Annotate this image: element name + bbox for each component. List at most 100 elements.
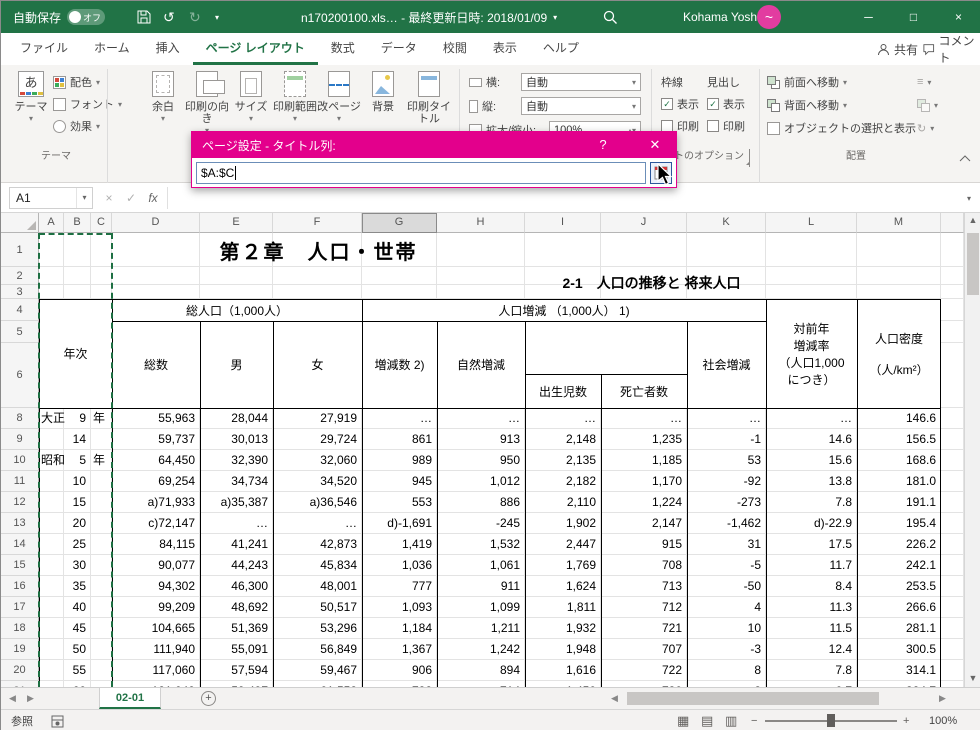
margins-button[interactable]: 余白▾ — [141, 69, 185, 125]
column-header-J[interactable]: J — [601, 213, 687, 233]
tab-表示[interactable]: 表示 — [480, 33, 530, 65]
cell-M20[interactable]: 314.1 — [857, 660, 941, 681]
column-header-L[interactable]: L — [766, 213, 857, 233]
document-title[interactable]: n170200100.xls… - 最終更新日時: 2018/01/09 ▾ — [301, 1, 557, 33]
macro-record-button[interactable] — [51, 710, 64, 730]
row-header-8[interactable]: 8 — [1, 408, 39, 429]
cell-F18[interactable]: 53,296 — [273, 618, 362, 639]
column-header-E[interactable]: E — [200, 213, 273, 233]
cell-H16[interactable]: 911 — [437, 576, 525, 597]
cell-G15[interactable]: 1,036 — [362, 555, 437, 576]
quick-access-chevron-icon[interactable]: ▾ — [215, 1, 219, 33]
cell-G12[interactable]: 553 — [362, 492, 437, 513]
sheet-options-dialog-launcher[interactable] — [749, 149, 750, 167]
column-header-C[interactable]: C — [91, 213, 112, 233]
row-header-15[interactable]: 15 — [1, 555, 39, 576]
cell-F12[interactable]: a)36,546 — [273, 492, 362, 513]
orientation-button[interactable]: 印刷の向き▾ — [185, 69, 229, 137]
row-header-20[interactable]: 20 — [1, 660, 39, 681]
title-columns-range-input[interactable]: $A:$C — [196, 162, 646, 184]
cell-I10[interactable]: 2,135 — [525, 450, 601, 471]
cell-I20[interactable]: 1,616 — [525, 660, 601, 681]
cell-L8[interactable]: … — [766, 408, 857, 429]
cell-D15[interactable]: 90,077 — [112, 555, 200, 576]
cell-H20[interactable]: 894 — [437, 660, 525, 681]
cell-D20[interactable]: 117,060 — [112, 660, 200, 681]
cell-C8[interactable]: 年 — [91, 408, 112, 429]
cell-K14[interactable]: 31 — [687, 534, 766, 555]
row-header-19[interactable]: 19 — [1, 639, 39, 660]
cell-F20[interactable]: 59,467 — [273, 660, 362, 681]
themes-button[interactable]: あ テーマ ▾ — [9, 69, 53, 125]
maximize-button[interactable]: □ — [891, 1, 936, 33]
cell-E11[interactable]: 34,734 — [200, 471, 273, 492]
cell-B10[interactable]: 5 — [64, 450, 91, 471]
cell-H8[interactable]: … — [437, 408, 525, 429]
cell-H18[interactable]: 1,211 — [437, 618, 525, 639]
row-header-11[interactable]: 11 — [1, 471, 39, 492]
cell-D12[interactable]: a)71,933 — [112, 492, 200, 513]
tab-挿入[interactable]: 挿入 — [143, 33, 193, 65]
cell-K11[interactable]: -92 — [687, 471, 766, 492]
theme-colors-button[interactable]: 配色▾ — [53, 73, 100, 91]
cell-L12[interactable]: 7.8 — [766, 492, 857, 513]
cell-D10[interactable]: 64,450 — [112, 450, 200, 471]
cell-G19[interactable]: 1,367 — [362, 639, 437, 660]
cell-E14[interactable]: 41,241 — [200, 534, 273, 555]
cell-I9[interactable]: 2,148 — [525, 429, 601, 450]
cell-B18[interactable]: 45 — [64, 618, 91, 639]
page-breaks-button[interactable]: 改ページ▾ — [317, 69, 361, 125]
name-box[interactable]: A1 ▾ — [9, 187, 93, 209]
cell-J17[interactable]: 712 — [601, 597, 687, 618]
cell-I14[interactable]: 2,447 — [525, 534, 601, 555]
cell-B9[interactable]: 14 — [64, 429, 91, 450]
cell-B17[interactable]: 40 — [64, 597, 91, 618]
cell-E10[interactable]: 32,390 — [200, 450, 273, 471]
tab-ファイル[interactable]: ファイル — [7, 33, 81, 65]
autosave-toggle[interactable]: オフ — [67, 1, 105, 33]
cell-F14[interactable]: 42,873 — [273, 534, 362, 555]
cell-I12[interactable]: 2,110 — [525, 492, 601, 513]
column-header-I[interactable]: I — [525, 213, 601, 233]
cell-L9[interactable]: 14.6 — [766, 429, 857, 450]
cell-K20[interactable]: 8 — [687, 660, 766, 681]
cell-L13[interactable]: d)-22.9 — [766, 513, 857, 534]
row-header-14[interactable]: 14 — [1, 534, 39, 555]
background-button[interactable]: 背景 — [361, 69, 405, 113]
cell-J12[interactable]: 1,224 — [601, 492, 687, 513]
cell-E18[interactable]: 51,369 — [200, 618, 273, 639]
row-header-18[interactable]: 18 — [1, 618, 39, 639]
cell-J18[interactable]: 721 — [601, 618, 687, 639]
bring-forward-button[interactable]: 前面へ移動▾ — [767, 73, 847, 91]
cell-H9[interactable]: 913 — [437, 429, 525, 450]
cell-H13[interactable]: -245 — [437, 513, 525, 534]
cell-H19[interactable]: 1,242 — [437, 639, 525, 660]
group-objects-button[interactable]: ▾ — [917, 96, 938, 114]
expand-formula-bar-icon[interactable]: ▾ — [959, 187, 979, 209]
cell-L20[interactable]: 7.8 — [766, 660, 857, 681]
cell-K12[interactable]: -273 — [687, 492, 766, 513]
row-header-1[interactable]: 1 — [1, 233, 39, 267]
cell-M9[interactable]: 156.5 — [857, 429, 941, 450]
scroll-up-icon[interactable]: ▲ — [965, 215, 980, 225]
cell-K9[interactable]: -1 — [687, 429, 766, 450]
vertical-scrollbar[interactable]: ▲ ▼ — [964, 213, 980, 687]
cell-J10[interactable]: 1,185 — [601, 450, 687, 471]
row-header-2[interactable]: 2 — [1, 267, 39, 285]
cell-J15[interactable]: 708 — [601, 555, 687, 576]
cell-G18[interactable]: 1,184 — [362, 618, 437, 639]
cell-B20[interactable]: 55 — [64, 660, 91, 681]
cell-M12[interactable]: 191.1 — [857, 492, 941, 513]
cell-H17[interactable]: 1,099 — [437, 597, 525, 618]
add-sheet-button[interactable]: + — [201, 691, 216, 706]
cell-J16[interactable]: 713 — [601, 576, 687, 597]
cell-G17[interactable]: 1,093 — [362, 597, 437, 618]
cell-B19[interactable]: 50 — [64, 639, 91, 660]
redo-button[interactable]: ↻ — [189, 1, 201, 33]
cell-E15[interactable]: 44,243 — [200, 555, 273, 576]
cell-E12[interactable]: a)35,387 — [200, 492, 273, 513]
theme-fonts-button[interactable]: フォント▾ — [53, 95, 122, 113]
cell-F8[interactable]: 27,919 — [273, 408, 362, 429]
cell-M15[interactable]: 242.1 — [857, 555, 941, 576]
row-header-13[interactable]: 13 — [1, 513, 39, 534]
